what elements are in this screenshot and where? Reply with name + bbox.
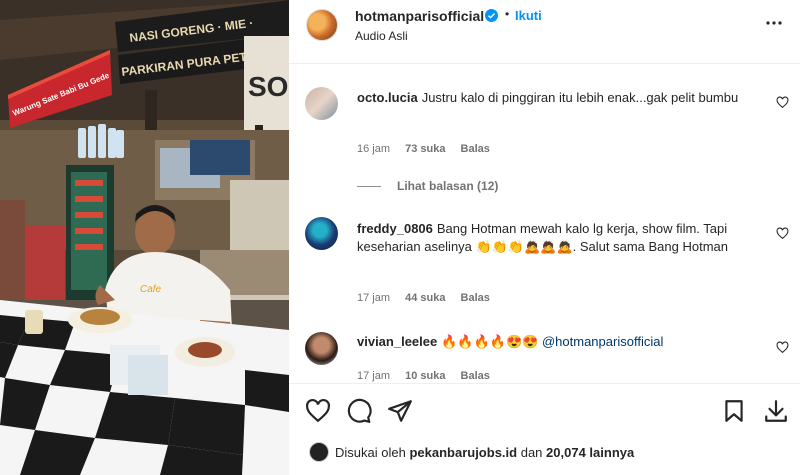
commenter-avatar[interactable] — [305, 332, 338, 365]
comment-likes[interactable]: 10 suka — [405, 370, 445, 382]
bookmark-icon[interactable] — [721, 398, 747, 424]
comment-meta: 17 jam 44 suka Balas — [357, 292, 502, 304]
svg-text:SO: SO — [248, 71, 288, 102]
reply-button[interactable]: Balas — [461, 292, 490, 304]
reply-button[interactable]: Balas — [461, 143, 490, 155]
view-replies-label: Lihat balasan (12) — [397, 179, 499, 193]
comment-text: Justru kalo di pinggiran itu lebih enak.… — [421, 90, 739, 105]
share-icon[interactable] — [387, 398, 413, 424]
comment-icon[interactable] — [346, 398, 372, 424]
sign-side: SO — [244, 36, 289, 131]
like-heart-icon[interactable] — [776, 341, 789, 354]
post-header: hotmanparisofficial • Ikuti Audio Asli — [289, 0, 800, 64]
comment-likes[interactable]: 73 suka — [405, 143, 445, 155]
separator-dot: • — [505, 7, 510, 21]
liker-avatar[interactable] — [309, 442, 329, 462]
post-panel: hotmanparisofficial • Ikuti Audio Asli o… — [289, 0, 800, 475]
like-heart-icon[interactable] — [776, 227, 789, 240]
commenter-avatar[interactable] — [305, 87, 338, 120]
view-replies-button[interactable]: Lihat balasan (12) — [357, 179, 498, 193]
comment-emojis: 🔥🔥🔥🔥😍😍 — [441, 334, 539, 349]
comment-meta: 17 jam 10 suka Balas — [357, 370, 502, 382]
author-avatar[interactable] — [306, 9, 338, 41]
author-username[interactable]: hotmanparisofficial — [355, 8, 484, 24]
comment-mention-link[interactable]: @hotmanparisofficial — [542, 334, 663, 349]
liked-by-user[interactable]: pekanbarujobs.id — [409, 445, 517, 460]
more-horizontal-icon[interactable] — [765, 14, 783, 32]
commenter-username[interactable]: vivian_leelee — [357, 334, 437, 349]
comment-time[interactable]: 17 jam — [357, 370, 390, 382]
heart-icon[interactable] — [305, 398, 331, 424]
comment-time[interactable]: 17 jam — [357, 292, 390, 304]
verified-badge-icon — [485, 9, 498, 22]
audio-label[interactable]: Audio Asli — [355, 29, 408, 43]
comment-likes[interactable]: 44 suka — [405, 292, 445, 304]
follow-button[interactable]: Ikuti — [515, 8, 542, 23]
download-icon[interactable] — [763, 398, 789, 424]
comment-meta: 16 jam 73 suka Balas — [357, 143, 502, 155]
liked-by-prefix: Disukai oleh — [335, 445, 406, 460]
liked-by-and: dan — [520, 445, 543, 460]
like-heart-icon[interactable] — [776, 96, 789, 109]
replies-divider — [357, 186, 381, 188]
reply-button[interactable]: Balas — [461, 370, 490, 382]
likes-summary[interactable]: Disukai oleh pekanbarujobs.id dan 20,074… — [335, 445, 634, 460]
video-player[interactable]: NASI GORENG · MIE · PARKIRAN PURA PETITE… — [0, 0, 289, 475]
comment-time[interactable]: 16 jam — [357, 143, 390, 155]
comment-text-block: vivian_leelee 🔥🔥🔥🔥😍😍 @hotmanparisofficial — [357, 333, 757, 351]
svg-text:Cafe: Cafe — [140, 284, 162, 295]
commenter-username[interactable]: freddy_0806 — [357, 221, 433, 236]
commenter-username[interactable]: octo.lucia — [357, 90, 418, 105]
video-frame: NASI GORENG · MIE · PARKIRAN PURA PETITE… — [0, 0, 289, 475]
commenter-avatar[interactable] — [305, 217, 338, 250]
comment-text-block: octo.lucia Justru kalo di pinggiran itu l… — [357, 89, 757, 107]
post-actions-bar: Disukai oleh pekanbarujobs.id dan 20,074… — [289, 383, 800, 475]
liked-by-count[interactable]: 20,074 lainnya — [546, 445, 634, 460]
comment-text-block: freddy_0806 Bang Hotman mewah kalo lg ker… — [357, 220, 757, 256]
comments-list[interactable]: octo.lucia Justru kalo di pinggiran itu l… — [289, 65, 800, 383]
